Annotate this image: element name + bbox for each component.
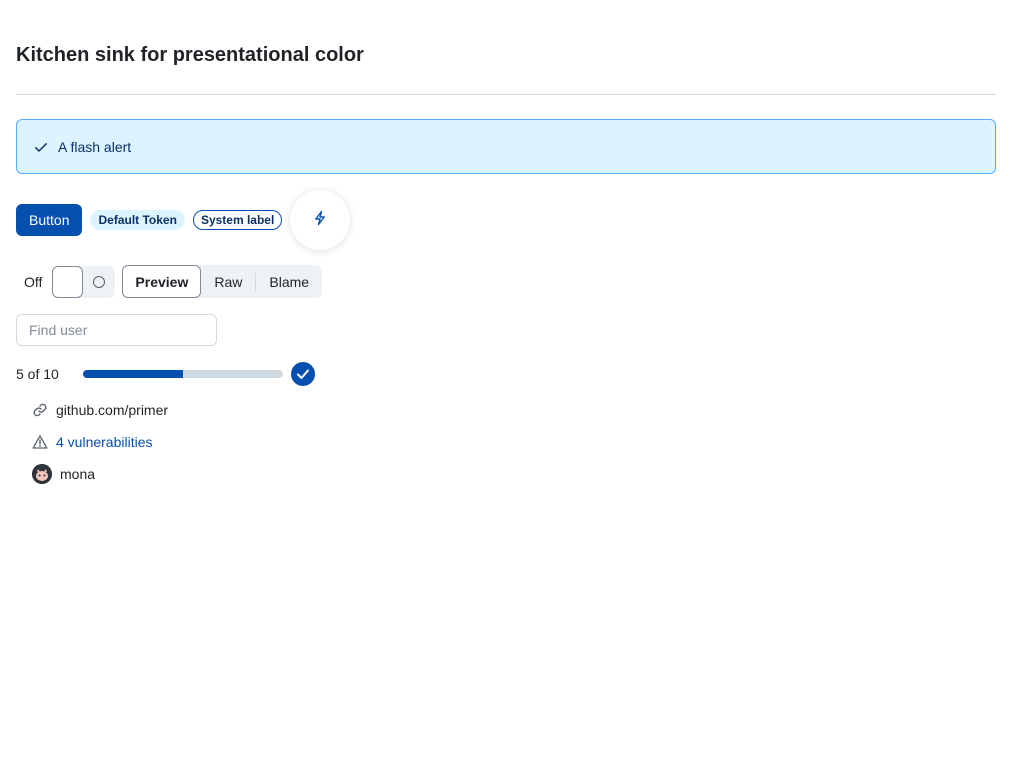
segmented-control: Preview Raw Blame <box>122 265 323 298</box>
list-item[interactable]: 4 vulnerabilities <box>32 430 168 454</box>
find-user-input[interactable] <box>16 314 217 346</box>
progress-fill <box>83 370 183 378</box>
check-circle-fill-icon <box>291 362 315 386</box>
details-list: github.com/primer 4 vulnerabilities mona <box>32 398 168 494</box>
progress-text: 5 of 10 <box>16 366 59 382</box>
system-label: System label <box>192 210 283 230</box>
list-item[interactable]: github.com/primer <box>32 398 168 422</box>
segment-preview[interactable]: Preview <box>122 265 202 298</box>
zap-icon <box>312 210 328 231</box>
list-item[interactable]: mona <box>32 462 168 486</box>
list-item-label: github.com/primer <box>56 402 169 418</box>
segment-blame[interactable]: Blame <box>256 265 322 298</box>
segment-raw[interactable]: Raw <box>201 265 255 298</box>
toggle-off-icon <box>93 275 106 288</box>
toggle-knob[interactable] <box>52 265 84 298</box>
progress-bar <box>83 370 283 378</box>
toggle-status-text: Off <box>24 273 43 290</box>
divider <box>16 94 996 95</box>
page-title: Kitchen sink for presentational color <box>16 44 364 66</box>
list-item-label: mona <box>60 466 96 482</box>
list-item-label: 4 vulnerabilities <box>56 434 153 450</box>
page: Kitchen sink for presentational color A … <box>0 0 1012 768</box>
toggle-switch[interactable] <box>52 265 116 298</box>
avatar <box>32 464 52 484</box>
flash-alert: A flash alert <box>16 119 996 174</box>
alert-icon <box>32 434 48 450</box>
link-icon <box>32 402 48 418</box>
toggle-row: Off Preview Raw Blame <box>16 265 323 298</box>
progress-row: 5 of 10 <box>16 362 315 386</box>
default-token: Default Token <box>90 210 185 230</box>
zap-icon-button[interactable] <box>290 190 351 250</box>
flash-text: A flash alert <box>58 138 132 155</box>
actions-row: Button Default Token System label <box>16 190 351 250</box>
check-icon <box>33 139 49 155</box>
primary-button[interactable]: Button <box>16 204 83 236</box>
